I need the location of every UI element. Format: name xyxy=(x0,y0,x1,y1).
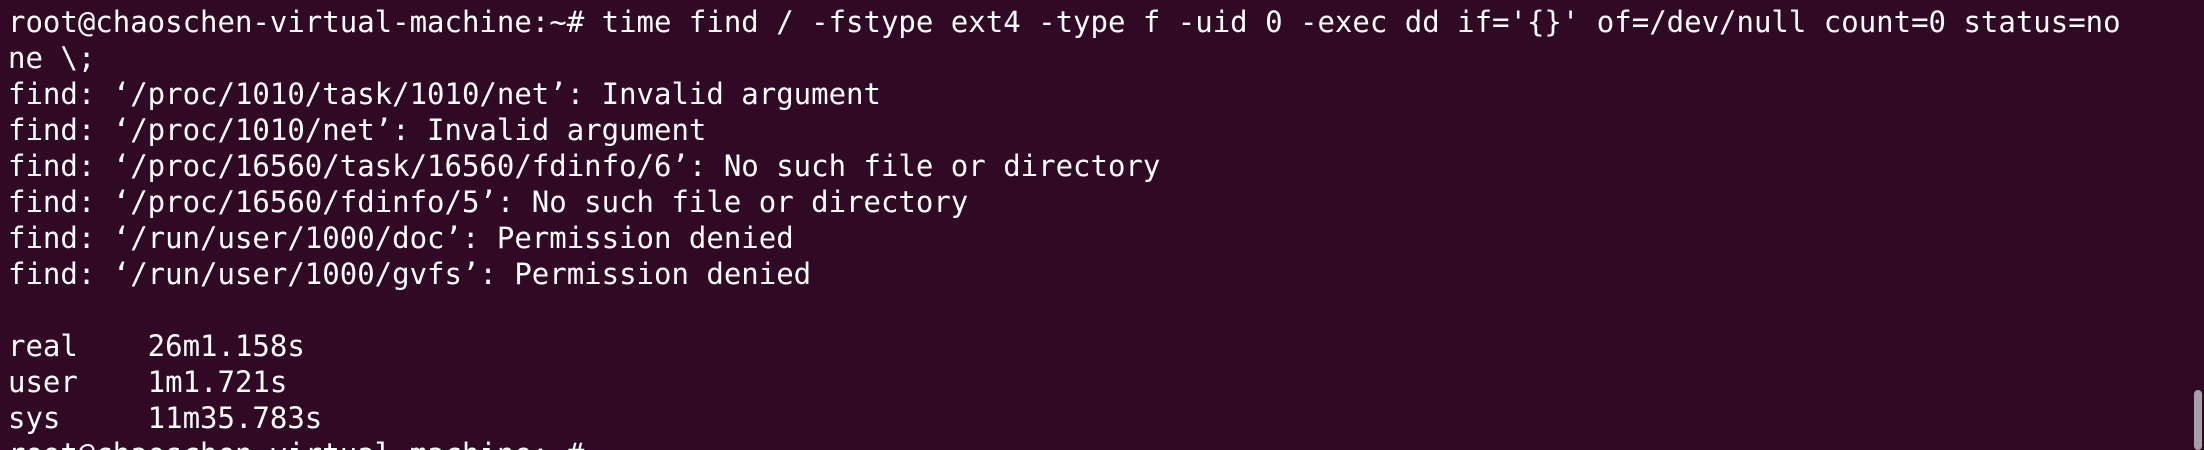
vertical-scrollbar[interactable] xyxy=(2190,0,2204,450)
terminal-line-command-wrap: ne \; xyxy=(8,41,96,75)
scrollbar-thumb[interactable] xyxy=(2194,390,2202,450)
terminal-window[interactable]: root@chaoschen-virtual-machine:~# time f… xyxy=(0,0,2204,450)
terminal-line-time-real: real 26m1.158s xyxy=(8,329,305,363)
terminal-line-error: find: ‘/run/user/1000/doc’: Permission d… xyxy=(8,221,794,255)
terminal-line-error: find: ‘/proc/1010/task/1010/net’: Invali… xyxy=(8,77,881,111)
terminal-line-time-sys: sys 11m35.783s xyxy=(8,401,323,435)
terminal-line-error: find: ‘/proc/1010/net’: Invalid argument xyxy=(8,113,707,147)
terminal-line-error: find: ‘/run/user/1000/gvfs’: Permission … xyxy=(8,257,812,291)
terminal-line-prompt[interactable]: root@chaoschen-virtual-machine:~# xyxy=(8,436,2204,450)
terminal-line-command: root@chaoschen-virtual-machine:~# time f… xyxy=(8,5,2121,39)
terminal-line-error: find: ‘/proc/16560/task/16560/fdinfo/6’:… xyxy=(8,149,1161,183)
terminal-line-error: find: ‘/proc/16560/fdinfo/5’: No such fi… xyxy=(8,185,969,219)
terminal-line-time-user: user 1m1.721s xyxy=(8,365,288,399)
